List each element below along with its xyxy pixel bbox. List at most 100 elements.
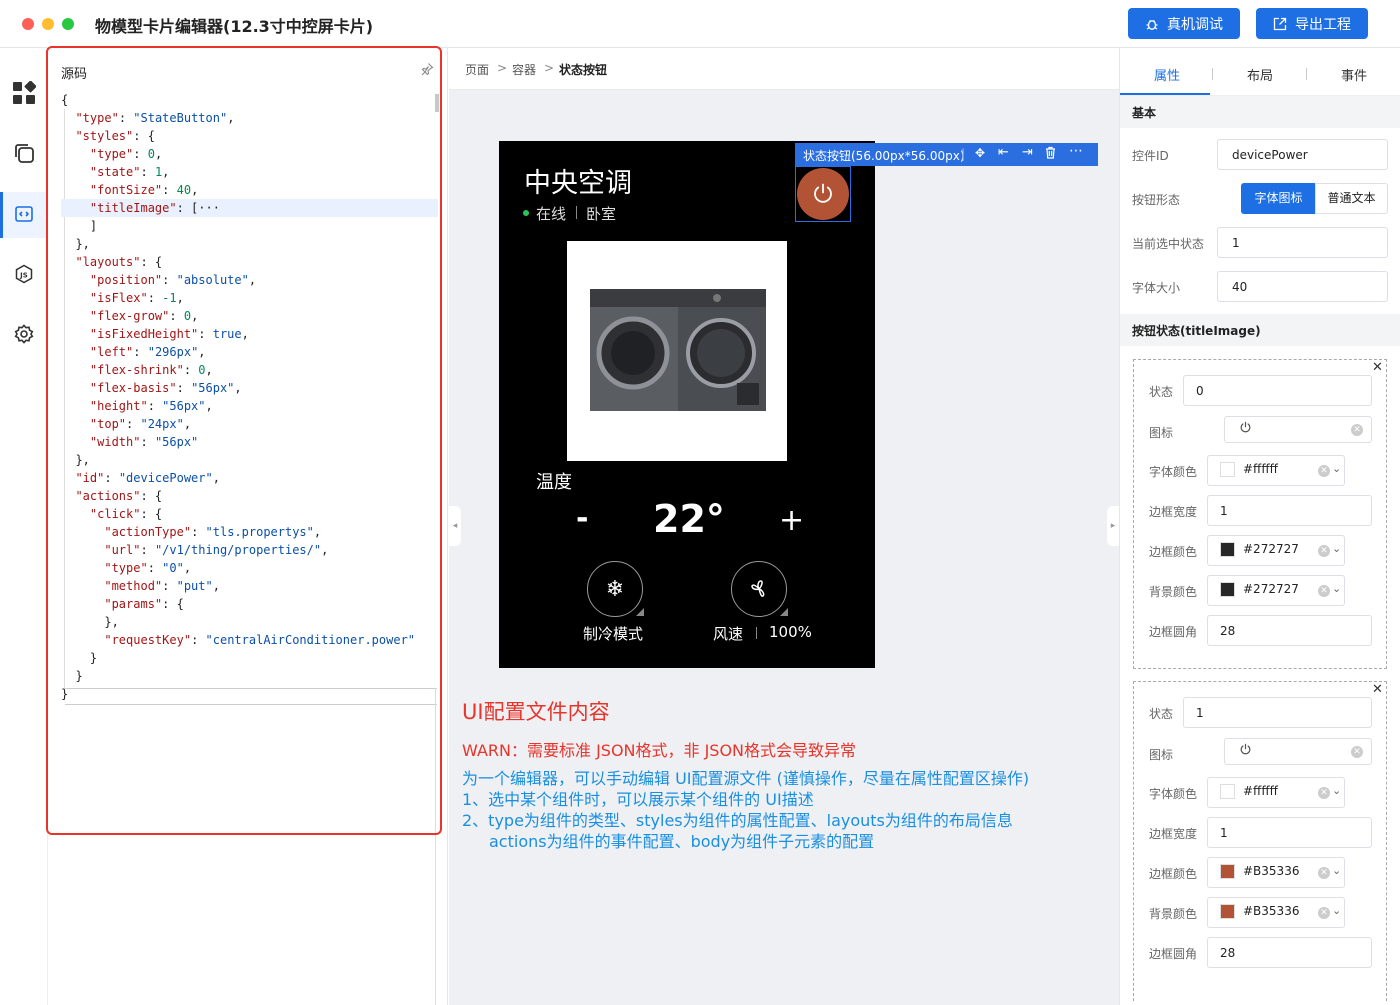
- code-line[interactable]: "type": "StateButton",: [61, 109, 234, 127]
- code-line[interactable]: "method": "put",: [61, 577, 220, 595]
- tab-properties[interactable]: 属性: [1154, 65, 1180, 84]
- code-line[interactable]: "type": "0",: [61, 559, 191, 577]
- more-icon[interactable]: ⋯: [1069, 143, 1083, 159]
- border-color-picker[interactable]: #B35336 ✕ ⌄: [1207, 857, 1345, 888]
- code-line[interactable]: }: [61, 649, 97, 667]
- close-window-button[interactable]: [22, 18, 34, 30]
- chevron-down-icon[interactable]: ⌄: [1332, 864, 1341, 877]
- font-size-input[interactable]: 40: [1217, 271, 1388, 302]
- border-width-input[interactable]: 1: [1207, 495, 1372, 526]
- tab-layout[interactable]: 布局: [1247, 65, 1273, 84]
- code-line[interactable]: "params": {: [61, 595, 183, 613]
- icon-picker[interactable]: ✕: [1224, 416, 1372, 443]
- chevron-down-icon[interactable]: ⌄: [1332, 462, 1341, 475]
- clear-icon[interactable]: ✕: [1318, 465, 1330, 477]
- code-scrollbar[interactable]: [435, 94, 439, 112]
- code-line[interactable]: "width": "56px": [61, 433, 198, 451]
- code-line[interactable]: "left": "296px",: [61, 343, 206, 361]
- right-collapse-handle[interactable]: ▸: [1107, 506, 1119, 546]
- align-left-icon[interactable]: ⇤: [998, 145, 1009, 160]
- code-line[interactable]: "type": 0,: [61, 145, 162, 163]
- delete-icon[interactable]: [1045, 146, 1057, 160]
- code-line[interactable]: },: [61, 613, 118, 631]
- code-line[interactable]: "styles": {: [61, 127, 154, 145]
- power-button[interactable]: [797, 168, 849, 220]
- remove-state-icon[interactable]: ✕: [1372, 360, 1383, 375]
- code-line[interactable]: "flex-shrink": 0,: [61, 361, 213, 379]
- code-line[interactable]: "id": "devicePower",: [61, 469, 220, 487]
- code-line[interactable]: "click": {: [61, 505, 162, 523]
- bg-color-picker[interactable]: #B35336 ✕ ⌄: [1207, 897, 1345, 928]
- mode-button[interactable]: ❄: [587, 561, 643, 617]
- code-line[interactable]: "isFlex": -1,: [61, 289, 184, 307]
- bg-color-picker[interactable]: #272727 ✕ ⌄: [1207, 575, 1345, 606]
- code-line[interactable]: "titleImage": [···: [61, 199, 220, 217]
- code-h-scrollbar[interactable]: [65, 688, 437, 705]
- current-state-input[interactable]: 1: [1217, 227, 1388, 258]
- form-option-plain-text[interactable]: 普通文本: [1315, 183, 1388, 214]
- code-line[interactable]: "layouts": {: [61, 253, 162, 271]
- decrease-temp-button[interactable]: -: [576, 501, 588, 536]
- code-line[interactable]: }: [61, 667, 82, 685]
- device-debug-button[interactable]: 真机调试: [1128, 8, 1240, 39]
- clear-icon[interactable]: ✕: [1318, 545, 1330, 557]
- minimize-window-button[interactable]: [42, 18, 54, 30]
- border-color-picker[interactable]: #272727 ✕ ⌄: [1207, 535, 1345, 566]
- fan-button[interactable]: [731, 561, 787, 617]
- form-option-font-icon[interactable]: 字体图标: [1241, 183, 1316, 214]
- code-line[interactable]: },: [61, 235, 89, 253]
- icon-picker[interactable]: ✕: [1224, 738, 1372, 765]
- chevron-down-icon[interactable]: ⌄: [1332, 542, 1341, 555]
- clear-icon[interactable]: ✕: [1318, 787, 1330, 799]
- maximize-window-button[interactable]: [62, 18, 74, 30]
- clear-icon[interactable]: ✕: [1351, 746, 1363, 758]
- code-line[interactable]: "requestKey": "centralAirConditioner.pow…: [61, 631, 415, 649]
- card-title[interactable]: 中央空调: [524, 161, 632, 200]
- font-color-picker[interactable]: #ffffff ✕ ⌄: [1207, 455, 1345, 486]
- font-color-picker[interactable]: #ffffff ✕ ⌄: [1207, 777, 1345, 808]
- border-width-input[interactable]: 1: [1207, 817, 1372, 848]
- code-line[interactable]: "flex-grow": 0,: [61, 307, 198, 325]
- clear-icon[interactable]: ✕: [1351, 424, 1363, 436]
- pin-icon[interactable]: [420, 61, 434, 76]
- radius-input[interactable]: 28: [1207, 615, 1372, 646]
- code-line[interactable]: "fontSize": 40,: [61, 181, 198, 199]
- code-editor[interactable]: { "type": "StateButton", "styles": { "ty…: [61, 91, 438, 756]
- settings-gear-icon[interactable]: [12, 322, 36, 346]
- clear-icon[interactable]: ✕: [1318, 907, 1330, 919]
- code-line[interactable]: "position": "absolute",: [61, 271, 256, 289]
- code-line[interactable]: "actions": {: [61, 487, 162, 505]
- move-icon[interactable]: ✥: [975, 146, 985, 160]
- left-collapse-handle[interactable]: ◂: [449, 506, 461, 546]
- breadcrumb-container[interactable]: 容器: [512, 61, 536, 78]
- breadcrumb-state-button[interactable]: 状态按钮: [559, 61, 607, 78]
- source-code-icon[interactable]: [12, 202, 36, 226]
- code-line[interactable]: ]: [61, 217, 97, 235]
- javascript-icon[interactable]: JS: [12, 262, 36, 286]
- increase-temp-button[interactable]: +: [779, 503, 804, 538]
- device-card[interactable]: 中央空调 在线 卧室 状态按钮(56.00px*56.00px) | ✥ ⇤ ⇥…: [499, 141, 1098, 668]
- code-line[interactable]: "flex-basis": "56px",: [61, 379, 242, 397]
- align-right-icon[interactable]: ⇥: [1022, 145, 1033, 160]
- remove-state-icon[interactable]: ✕: [1372, 682, 1383, 697]
- state-input[interactable]: 0: [1183, 375, 1372, 406]
- control-id-input[interactable]: devicePower: [1217, 139, 1388, 170]
- code-line[interactable]: "actionType": "tls.propertys",: [61, 523, 321, 541]
- breadcrumb-page[interactable]: 页面: [465, 61, 489, 78]
- tab-events[interactable]: 事件: [1341, 65, 1367, 84]
- code-line[interactable]: "height": "56px",: [61, 397, 213, 415]
- code-line[interactable]: "url": "/v1/thing/properties/",: [61, 541, 328, 559]
- radius-input[interactable]: 28: [1207, 937, 1372, 968]
- chevron-down-icon[interactable]: ⌄: [1332, 904, 1341, 917]
- card-room[interactable]: 卧室: [586, 203, 616, 224]
- pages-icon[interactable]: [12, 141, 36, 165]
- components-icon[interactable]: [12, 81, 36, 105]
- card-status[interactable]: 在线: [536, 203, 566, 224]
- code-line[interactable]: "top": "24px",: [61, 415, 191, 433]
- code-line[interactable]: {: [61, 91, 68, 109]
- state-input[interactable]: 1: [1183, 697, 1372, 728]
- code-line[interactable]: "isFixedHeight": true,: [61, 325, 249, 343]
- code-line[interactable]: },: [61, 451, 89, 469]
- chevron-down-icon[interactable]: ⌄: [1332, 784, 1341, 797]
- clear-icon[interactable]: ✕: [1318, 867, 1330, 879]
